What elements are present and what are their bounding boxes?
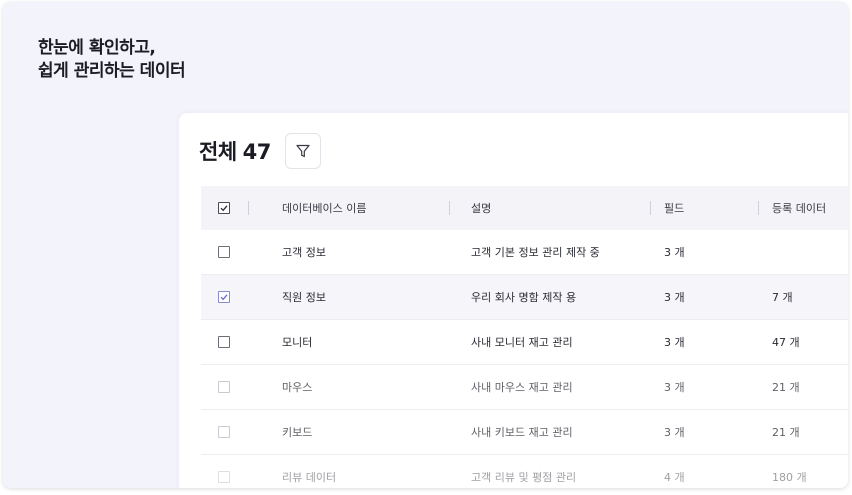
row-name: 리뷰 데이터: [282, 471, 337, 484]
row-select-cell: [218, 365, 230, 409]
row-description: 사내 모니터 재고 관리: [471, 336, 573, 349]
row-checkbox[interactable]: [218, 291, 230, 303]
panel-header: 전체 47: [199, 133, 321, 169]
row-name: 마우스: [282, 381, 313, 394]
row-select-cell: [218, 320, 230, 364]
row-fields: 3 개: [664, 426, 685, 439]
row-name: 직원 정보: [282, 291, 326, 304]
table-row[interactable]: 리뷰 데이터 고객 리뷰 및 평점 관리 4 개 180 개: [201, 455, 848, 488]
column-divider: [758, 201, 759, 215]
check-icon: [220, 294, 228, 301]
row-records: 21 개: [772, 426, 800, 439]
row-description: 사내 키보드 재고 관리: [471, 426, 573, 439]
table-header-row: 데이터베이스 이름 설명 필드 등록 데이터: [201, 186, 848, 230]
table-row[interactable]: 고객 정보 고객 기본 정보 관리 제작 중 3 개: [201, 230, 848, 275]
row-name: 모니터: [282, 336, 313, 349]
column-header-name[interactable]: 데이터베이스 이름: [282, 186, 366, 230]
filter-icon: [296, 144, 310, 158]
row-fields: 3 개: [664, 291, 685, 304]
row-select-cell: [218, 275, 230, 319]
row-checkbox[interactable]: [218, 381, 230, 393]
column-divider: [449, 201, 450, 215]
row-select-cell: [218, 230, 230, 274]
row-checkbox[interactable]: [218, 471, 230, 483]
table-row[interactable]: 키보드 사내 키보드 재고 관리 3 개 21 개: [201, 410, 848, 455]
select-all-cell: [218, 186, 230, 230]
column-divider: [650, 201, 651, 215]
row-fields: 3 개: [664, 336, 685, 349]
row-name: 고객 정보: [282, 246, 326, 259]
table-row[interactable]: 마우스 사내 마우스 재고 관리 3 개 21 개: [201, 365, 848, 410]
app-frame: 한눈에 확인하고, 쉽게 관리하는 데이터 전체 47 데이터베이스 이름 설명…: [3, 2, 848, 488]
select-all-checkbox[interactable]: [218, 202, 230, 214]
column-header-description[interactable]: 설명: [471, 186, 491, 230]
filter-button[interactable]: [284, 133, 321, 169]
database-table: 데이터베이스 이름 설명 필드 등록 데이터 고객 정보 고객 기본 정보 관리…: [201, 186, 848, 488]
row-name: 키보드: [282, 426, 313, 439]
headline-line-2: 쉽게 관리하는 데이터: [38, 61, 186, 81]
row-select-cell: [218, 455, 230, 488]
row-records: 7 개: [772, 291, 793, 304]
total-count: 47: [242, 140, 272, 164]
column-header-fields[interactable]: 필드: [664, 186, 684, 230]
table-row[interactable]: 직원 정보 우리 회사 명함 제작 용 3 개 7 개: [201, 275, 848, 320]
column-divider: [248, 201, 249, 215]
row-records: 21 개: [772, 381, 800, 394]
row-description: 우리 회사 명함 제작 용: [471, 291, 577, 304]
row-description: 사내 마우스 재고 관리: [471, 381, 573, 394]
row-checkbox[interactable]: [218, 336, 230, 348]
column-header-records[interactable]: 등록 데이터: [772, 186, 826, 230]
row-select-cell: [218, 410, 230, 454]
total-title: 전체 47: [199, 136, 271, 166]
row-fields: 3 개: [664, 381, 685, 394]
row-fields: 4 개: [664, 471, 685, 484]
row-checkbox[interactable]: [218, 426, 230, 438]
row-records: 180 개: [772, 471, 807, 484]
headline-line-1: 한눈에 확인하고,: [38, 38, 156, 58]
row-checkbox[interactable]: [218, 246, 230, 258]
row-records: 47 개: [772, 336, 800, 349]
table-row[interactable]: 모니터 사내 모니터 재고 관리 3 개 47 개: [201, 320, 848, 365]
database-panel: 전체 47 데이터베이스 이름 설명 필드 등록 데이터 고객 정보 고객 기본…: [179, 113, 848, 488]
row-fields: 3 개: [664, 246, 685, 259]
check-icon: [220, 205, 228, 212]
row-description: 고객 리뷰 및 평점 관리: [471, 471, 577, 484]
total-label: 전체: [199, 140, 237, 164]
row-description: 고객 기본 정보 관리 제작 중: [471, 246, 600, 259]
headline: 한눈에 확인하고, 쉽게 관리하는 데이터: [38, 37, 186, 83]
